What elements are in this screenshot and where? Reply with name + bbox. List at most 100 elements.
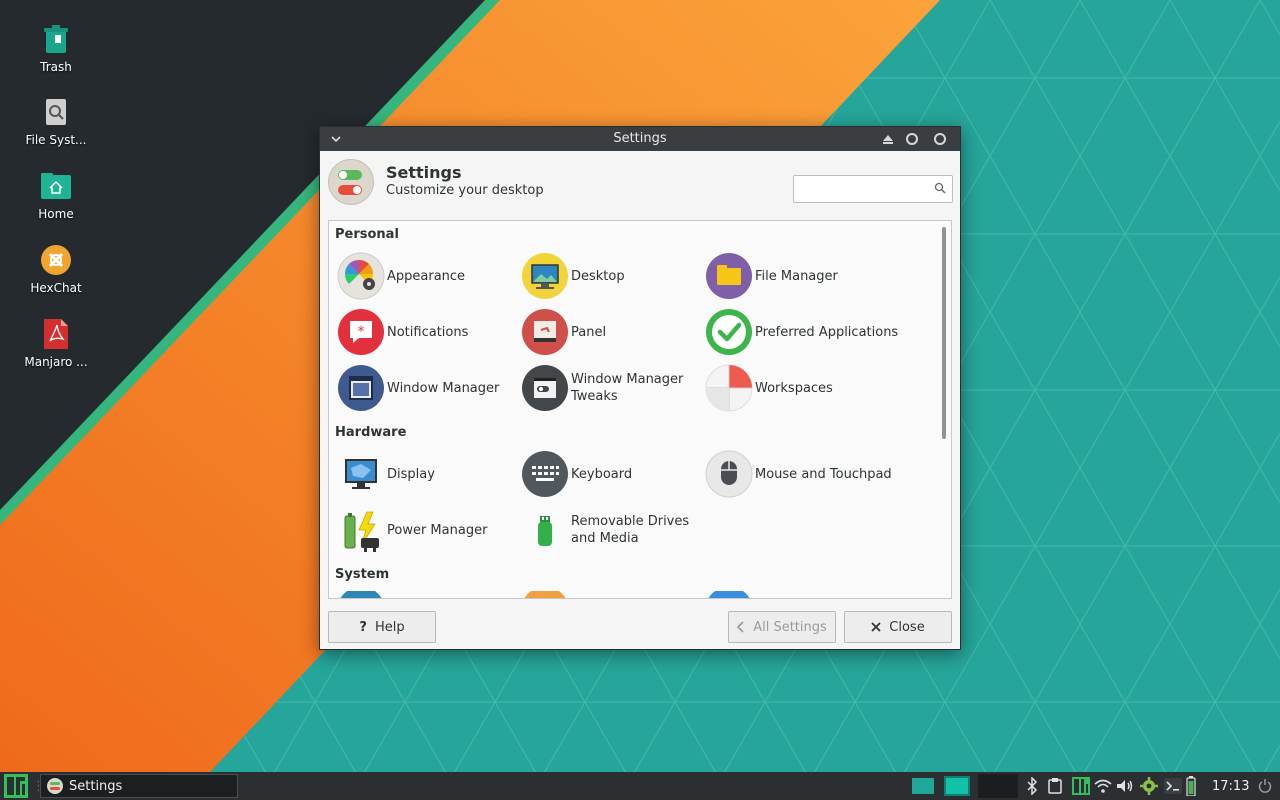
settings-gear-icon[interactable] <box>1140 774 1160 798</box>
hexchat-icon <box>41 245 71 275</box>
help-icon: ? <box>359 619 367 635</box>
item-window-manager-tweaks[interactable]: Window Manager Tweaks <box>521 363 691 413</box>
panel-icon <box>521 308 569 356</box>
close-icon <box>871 622 881 632</box>
section-title-personal: Personal <box>335 227 399 242</box>
svg-text:*: * <box>358 324 365 340</box>
item-label: Preferred Applications <box>755 324 899 340</box>
item-label: Keyboard <box>571 466 633 482</box>
section-title-system: System <box>335 567 390 582</box>
keyboard-icon <box>521 450 569 498</box>
pdf-document-icon <box>41 319 71 349</box>
desktop-icon <box>521 252 569 300</box>
file-system-icon <box>41 97 71 127</box>
close-window-button[interactable] <box>932 131 948 147</box>
window-titlebar[interactable]: Settings <box>320 127 960 151</box>
item-preferred-applications[interactable]: Preferred Applications <box>705 307 898 357</box>
item-file-manager[interactable]: File Manager <box>705 251 838 301</box>
settings-window: Settings Settings Customize your desktop… <box>319 126 961 650</box>
bluetooth-icon[interactable] <box>1026 774 1042 798</box>
removable-drive-icon <box>521 506 569 554</box>
maximize-button[interactable] <box>904 131 920 147</box>
taskbar-button-label: Settings <box>69 778 123 794</box>
item-label: Removable Drives and Media <box>571 514 690 546</box>
item-label: Window Manager <box>387 380 500 396</box>
item-label: Mouse and Touchpad <box>755 466 892 482</box>
item-panel[interactable]: Panel <box>521 307 606 357</box>
taskbar-button-settings[interactable]: Settings <box>40 774 238 798</box>
settings-header: Settings Customize your desktop <box>320 151 960 215</box>
notifications-icon: * <box>337 308 385 356</box>
scrollbar[interactable] <box>941 225 947 595</box>
display-icon <box>337 450 385 498</box>
desktop-icon-label: Home <box>38 207 74 221</box>
preferred-applications-icon <box>705 308 753 356</box>
item-removable-drives[interactable]: Removable Drives and Media <box>521 505 691 555</box>
power-icon <box>1258 779 1272 793</box>
file-manager-icon <box>705 252 753 300</box>
item-label: Appearance <box>387 268 466 284</box>
desktop-icon-hexchat[interactable]: HexChat <box>16 245 96 295</box>
shade-button[interactable] <box>880 131 896 147</box>
desktop-icon-label: File Syst... <box>25 133 87 147</box>
home-folder-icon <box>41 171 71 201</box>
item-desktop[interactable]: Desktop <box>521 251 625 301</box>
item-appearance[interactable]: Appearance <box>337 251 465 301</box>
desktop-icon-file-system[interactable]: File Syst... <box>16 97 96 147</box>
clock[interactable]: 17:13 <box>1212 774 1252 798</box>
manjaro-logo-icon <box>4 774 28 798</box>
manjaro-icon[interactable] <box>1072 774 1092 798</box>
trash-icon <box>41 24 71 54</box>
item-mouse-and-touchpad[interactable]: Mouse and Touchpad <box>705 449 892 499</box>
item-power-manager[interactable]: Power Manager <box>337 505 487 555</box>
taskbar: ⋮ Settings 17:13 <box>0 772 1280 800</box>
workspaces-icon <box>705 364 753 412</box>
workspace-2-thumb <box>944 776 970 796</box>
settings-app-icon <box>47 778 63 794</box>
settings-toggle-icon <box>328 159 374 205</box>
volume-icon[interactable] <box>1116 774 1136 798</box>
section-title-hardware: Hardware <box>335 425 407 440</box>
item-keyboard[interactable]: Keyboard <box>521 449 632 499</box>
taskbar-separator: ⋮ <box>32 778 45 794</box>
battery-icon[interactable] <box>1186 774 1200 798</box>
item-label: Workspaces <box>755 380 833 396</box>
all-settings-button[interactable]: All Settings <box>728 611 836 643</box>
scrollbar-thumb[interactable] <box>942 227 946 439</box>
desktop-icon-label: Manjaro ... <box>24 355 88 369</box>
item-label: Power Manager <box>387 522 488 538</box>
app-menu-button[interactable] <box>4 774 28 798</box>
mouse-icon <box>705 450 753 498</box>
item-display[interactable]: Display <box>337 449 435 499</box>
item-notifications[interactable]: * Notifications <box>337 307 468 357</box>
appearance-icon <box>337 252 385 300</box>
item-label: Notifications <box>387 324 469 340</box>
wifi-icon[interactable] <box>1094 774 1114 798</box>
item-label: Panel <box>571 324 607 340</box>
close-button-label: Close <box>889 619 925 635</box>
close-button[interactable]: Close <box>844 611 952 643</box>
workspace-1[interactable] <box>912 774 936 798</box>
help-button[interactable]: ? Help <box>328 611 436 643</box>
workspace-2[interactable] <box>944 774 972 798</box>
search-input[interactable] <box>793 175 953 203</box>
item-window-manager[interactable]: Window Manager <box>337 363 499 413</box>
header-title: Settings <box>386 163 462 182</box>
terminal-icon[interactable] <box>1164 774 1184 798</box>
window-manager-tweaks-icon <box>521 364 569 412</box>
system-items-partial <box>340 591 750 598</box>
workspace-1-thumb <box>912 778 934 794</box>
window-manager-icon <box>337 364 385 412</box>
workspace-3[interactable] <box>978 774 1018 798</box>
clipboard-icon[interactable] <box>1048 774 1066 798</box>
all-settings-label: All Settings <box>753 619 827 635</box>
close-icon <box>934 133 946 145</box>
item-workspaces[interactable]: Workspaces <box>705 363 833 413</box>
desktop-icon-trash[interactable]: Trash <box>16 24 96 74</box>
desktop-icon-label: Trash <box>40 60 72 74</box>
desktop-icon-manjaro-pdf[interactable]: Manjaro ... <box>16 319 96 369</box>
window-title: Settings <box>613 131 667 146</box>
desktop-icon-home[interactable]: Home <box>16 171 96 221</box>
eject-icon <box>883 134 893 144</box>
logout-button[interactable] <box>1258 774 1274 798</box>
